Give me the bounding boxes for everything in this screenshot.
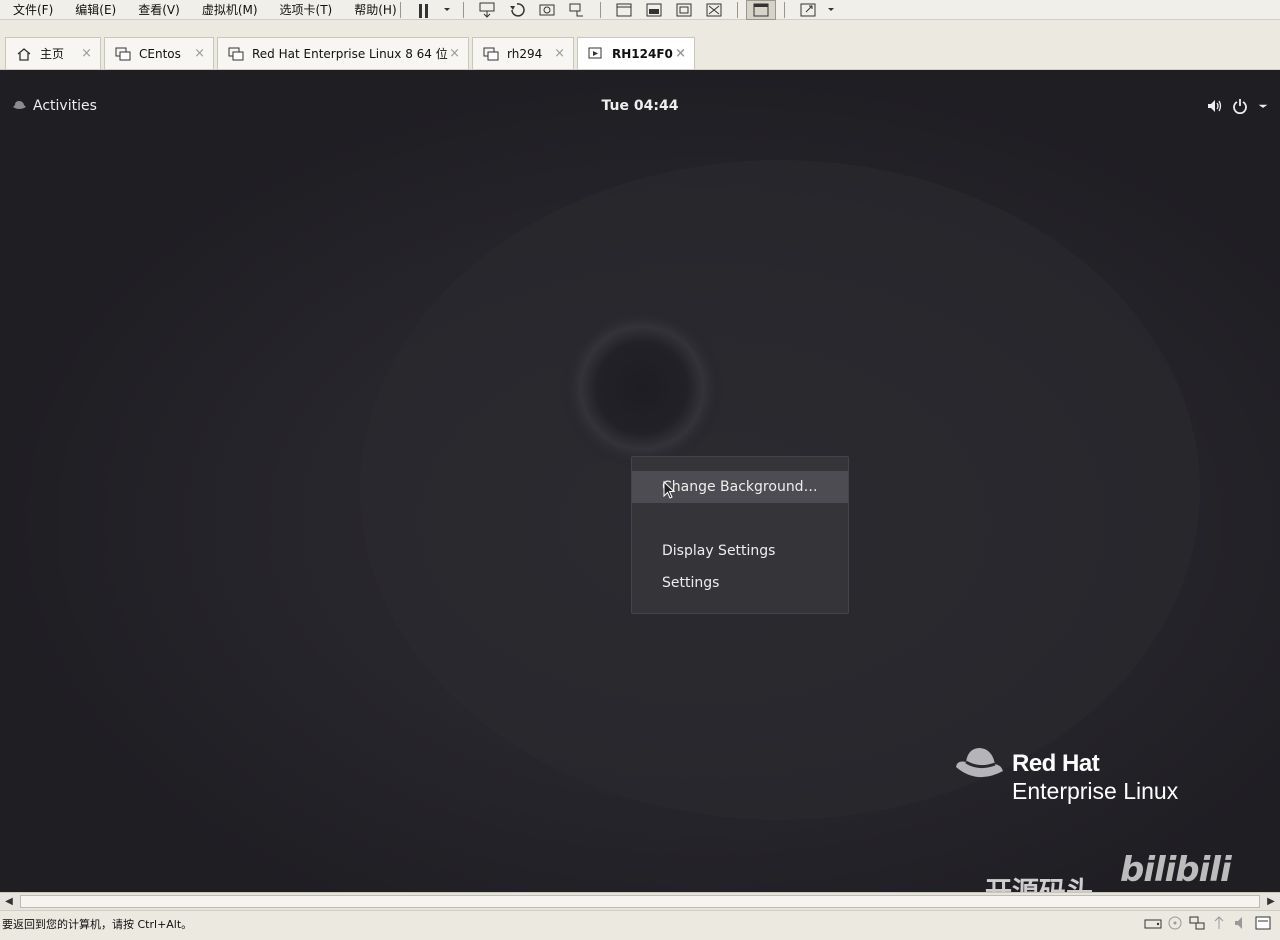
mouse-cursor-icon — [663, 481, 675, 499]
revert-snapshot-icon[interactable] — [502, 0, 532, 20]
watermark-text: 开源码头 — [985, 870, 1093, 892]
tab-home[interactable]: 主页 × — [5, 37, 101, 69]
network-adapter-icon[interactable] — [1188, 915, 1206, 931]
clock[interactable]: Tue 04:44 — [0, 98, 1280, 114]
scroll-left-icon[interactable]: ◀ — [2, 895, 16, 909]
menu-view[interactable]: 查看(V) — [125, 1, 189, 18]
vm-icon — [483, 47, 499, 60]
tab-rh124f0[interactable]: RH124F0 × — [577, 37, 695, 69]
menu-vm[interactable]: 虚拟机(M) — [189, 1, 267, 18]
vmware-status-bar: 要返回到您的计算机，请按 Ctrl+Alt。 — [0, 910, 1280, 940]
tab-rh294[interactable]: rh294 × — [472, 37, 574, 69]
snapshot-manager-icon[interactable] — [562, 0, 592, 20]
home-icon — [17, 47, 31, 61]
power-icon — [1233, 99, 1247, 114]
close-icon[interactable]: × — [554, 46, 565, 61]
toolbar-separator — [600, 2, 601, 18]
close-icon[interactable]: × — [81, 46, 92, 61]
fullscreen-dropdown-icon[interactable] — [823, 0, 839, 20]
guest-desktop[interactable]: Activities Tue 04:44 Change Background… … — [0, 70, 1280, 892]
unity-mode-icon[interactable] — [746, 0, 776, 20]
horizontal-scrollbar[interactable]: ◀ ▶ — [0, 892, 1280, 910]
tab-label: rh294 — [507, 46, 543, 61]
close-icon[interactable]: × — [194, 46, 205, 61]
message-log-icon[interactable] — [1254, 915, 1272, 931]
gnome-top-bar: Activities Tue 04:44 — [0, 98, 1280, 120]
fit-guest-icon[interactable] — [669, 0, 699, 20]
display-settings-item[interactable]: Display Settings — [632, 535, 848, 567]
scroll-right-icon[interactable]: ▶ — [1264, 895, 1278, 909]
snapshot-icon[interactable] — [532, 0, 562, 20]
vmware-workstation-window: 文件(F) 编辑(E) 查看(V) 虚拟机(M) 选项卡(T) 帮助(H) 主页… — [0, 0, 1280, 940]
vm-icon — [228, 47, 244, 60]
pause-icon[interactable] — [409, 0, 439, 20]
device-icons — [1144, 915, 1272, 931]
toolbar-separator — [463, 2, 464, 18]
send-keys-icon[interactable] — [472, 0, 502, 20]
bilibili-logo: bilibili — [1120, 850, 1232, 890]
usb-icon[interactable] — [1210, 915, 1228, 931]
toolbar-separator — [400, 2, 401, 18]
thumbnail-view-icon[interactable] — [639, 0, 669, 20]
redhat-enterprise-linux-logo: Red Hat Enterprise Linux — [953, 745, 1213, 815]
fullscreen-icon[interactable] — [793, 0, 823, 20]
settings-item[interactable]: Settings — [632, 567, 848, 599]
hard-disk-icon[interactable] — [1144, 915, 1162, 931]
menu-file[interactable]: 文件(F) — [0, 1, 62, 18]
cd-dvd-icon[interactable] — [1166, 915, 1184, 931]
tab-label: RH124F0 — [612, 46, 673, 61]
vm-running-icon — [588, 47, 602, 58]
tab-label: CEntos — [139, 46, 181, 61]
brand-name: Red Hat — [1012, 750, 1100, 777]
scrollbar-thumb[interactable] — [20, 895, 1260, 908]
vm-tab-bar: 主页 × CEntos × Red Hat Enterprise Linux 8… — [0, 22, 1280, 70]
close-icon[interactable]: × — [675, 46, 686, 61]
system-menu[interactable] — [1206, 98, 1268, 114]
tab-centos[interactable]: CEntos × — [104, 37, 214, 69]
status-message: 要返回到您的计算机，请按 Ctrl+Alt。 — [2, 918, 193, 931]
vm-icon — [115, 47, 131, 60]
dropdown-arrow-icon[interactable] — [439, 0, 455, 20]
desktop-context-menu: Change Background… Display Settings Sett… — [631, 456, 849, 614]
close-icon[interactable]: × — [449, 46, 460, 61]
volume-icon — [1208, 100, 1222, 112]
vmware-toolbar — [392, 0, 839, 20]
toolbar-separator — [737, 2, 738, 18]
tab-label: 主页 — [40, 47, 65, 61]
toolbar-separator — [784, 2, 785, 18]
redhat-hat-icon — [956, 748, 1003, 778]
tab-rhel8[interactable]: Red Hat Enterprise Linux 8 64 位 × — [217, 37, 469, 69]
fit-window-icon[interactable] — [699, 0, 729, 20]
menu-tabs[interactable]: 选项卡(T) — [267, 1, 342, 18]
menu-edit[interactable]: 编辑(E) — [62, 1, 125, 18]
product-name: Enterprise Linux — [1012, 778, 1179, 804]
tab-label: Red Hat Enterprise Linux 8 64 位 — [252, 47, 448, 61]
console-view-icon[interactable] — [609, 0, 639, 20]
sound-card-icon[interactable] — [1232, 915, 1250, 931]
chevron-down-icon — [1258, 104, 1268, 108]
